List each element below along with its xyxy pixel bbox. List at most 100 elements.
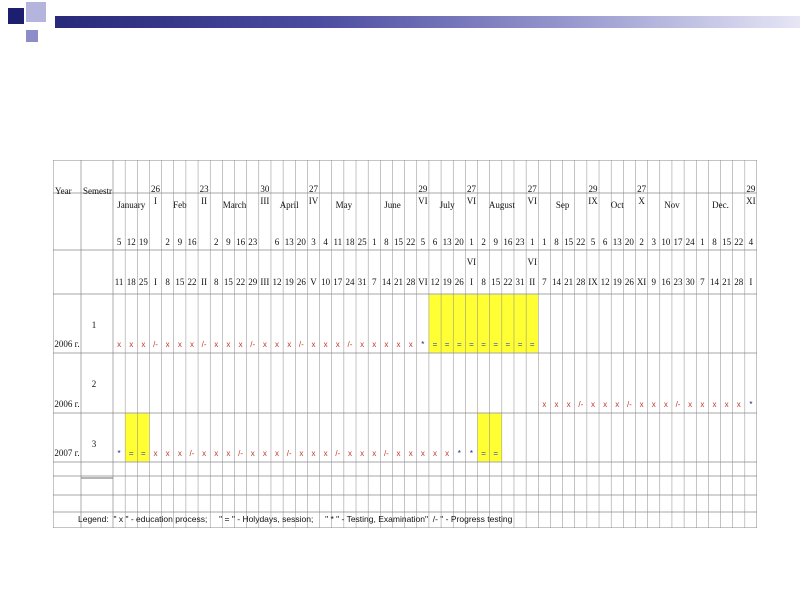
mark-exam: * bbox=[117, 449, 121, 458]
mark-education: x bbox=[323, 449, 328, 458]
month-label: August bbox=[488, 200, 515, 210]
mark-education: x bbox=[226, 340, 231, 349]
week-end-day: II bbox=[529, 277, 536, 287]
mark-holiday: = bbox=[505, 340, 511, 349]
mark-holiday: = bbox=[456, 340, 462, 349]
mark-education: x bbox=[275, 340, 280, 349]
week-start-day: 1 bbox=[529, 237, 535, 247]
month-label: Dec. bbox=[712, 200, 729, 210]
week-start-day: 9 bbox=[226, 237, 231, 247]
mark-education: x bbox=[226, 449, 231, 458]
mark-progress-test: /- bbox=[201, 340, 207, 349]
week-start-day: 16 bbox=[187, 237, 197, 247]
week-end-day: I bbox=[749, 277, 753, 287]
week-end-day: 28 bbox=[576, 277, 586, 287]
boundary-roman: VI bbox=[527, 196, 537, 206]
mark-education: x bbox=[420, 449, 425, 458]
week-end-day: 17 bbox=[333, 277, 343, 287]
month-label: Feb bbox=[173, 200, 187, 210]
week-start-day: 22 bbox=[406, 237, 416, 247]
month-label: March bbox=[222, 200, 247, 210]
mark-education: x bbox=[189, 340, 194, 349]
week-start-day: 6 bbox=[274, 237, 280, 247]
boundary-roman: III bbox=[260, 196, 270, 206]
week-mid-label: VI bbox=[466, 257, 477, 267]
mark-holiday: = bbox=[444, 340, 450, 349]
mark-progress-test: /- bbox=[578, 400, 584, 409]
week-start-day: 1 bbox=[700, 237, 705, 247]
week-start-day: 13 bbox=[284, 237, 294, 247]
week-end-day: 21 bbox=[564, 277, 574, 287]
week-start-day: 20 bbox=[454, 237, 464, 247]
mark-education: x bbox=[141, 340, 146, 349]
mark-education: x bbox=[153, 449, 158, 458]
semester-number: 1 bbox=[91, 320, 97, 330]
week-end-day: 14 bbox=[381, 277, 391, 287]
header-year: Year bbox=[55, 186, 72, 196]
mark-education: x bbox=[590, 400, 595, 409]
month-label: April bbox=[279, 200, 299, 210]
mark-education: x bbox=[408, 449, 413, 458]
mark-education: x bbox=[566, 400, 571, 409]
week-start-day: 18 bbox=[345, 237, 355, 247]
boundary-roman: X bbox=[638, 196, 645, 206]
legend: Legend: " x " - education process; " = "… bbox=[78, 514, 513, 524]
mark-progress-test: /- bbox=[286, 449, 292, 458]
week-start-day: 1 bbox=[542, 237, 547, 247]
boundary-day: 29 bbox=[588, 184, 598, 194]
mark-education: x bbox=[287, 340, 292, 349]
table-grid bbox=[53, 160, 757, 528]
mark-education: x bbox=[554, 400, 559, 409]
mark-education: x bbox=[177, 449, 182, 458]
week-start-day: 1 bbox=[371, 237, 377, 247]
week-end-day: 10 bbox=[321, 277, 331, 287]
row-year: 2006 г. bbox=[54, 339, 80, 349]
week-start-day: 1 bbox=[469, 237, 474, 247]
boundary-roman: I bbox=[154, 196, 158, 206]
boundary-day: 26 bbox=[151, 184, 161, 194]
mark-education: x bbox=[250, 449, 255, 458]
mark-education: x bbox=[238, 340, 243, 349]
deco-square-dark bbox=[8, 8, 24, 24]
mark-holiday: = bbox=[529, 340, 535, 349]
mark-education: x bbox=[214, 340, 219, 349]
week-start-day: 16 bbox=[503, 237, 513, 247]
week-end-day: 26 bbox=[296, 277, 306, 287]
week-end-day: 21 bbox=[394, 277, 404, 287]
mark-progress-test: /- bbox=[189, 449, 195, 458]
mark-education: x bbox=[736, 400, 741, 409]
mark-education: x bbox=[129, 340, 134, 349]
week-start-day: 6 bbox=[432, 237, 438, 247]
mark-exam: * bbox=[421, 340, 425, 349]
mark-holiday: = bbox=[141, 449, 146, 458]
mark-education: x bbox=[372, 340, 377, 349]
semester-number: 3 bbox=[91, 439, 97, 449]
mark-education: x bbox=[202, 449, 207, 458]
boundary-roman: VI bbox=[466, 196, 477, 206]
mark-education: x bbox=[323, 340, 328, 349]
week-start-day: 5 bbox=[116, 237, 122, 247]
week-start-day: 22 bbox=[576, 237, 586, 247]
week-start-day: 23 bbox=[248, 237, 258, 247]
boundary-roman: IX bbox=[588, 196, 598, 206]
boundary-day: 27 bbox=[308, 184, 318, 194]
mark-education: x bbox=[372, 449, 377, 458]
week-start-day: 19 bbox=[138, 237, 148, 247]
header-semestr: Semestr bbox=[83, 186, 112, 196]
week-end-day: IX bbox=[588, 277, 598, 287]
mark-education: x bbox=[408, 340, 413, 349]
week-end-day: III bbox=[260, 277, 270, 287]
mark-progress-test: /- bbox=[347, 340, 353, 349]
week-start-day: 3 bbox=[651, 237, 656, 247]
mark-education: x bbox=[117, 340, 122, 349]
week-end-day: II bbox=[201, 277, 208, 287]
week-end-day: XI bbox=[636, 277, 647, 287]
mark-education: x bbox=[663, 400, 668, 409]
week-end-day: 31 bbox=[357, 277, 367, 287]
week-start-day: 16 bbox=[236, 237, 246, 247]
mark-education: x bbox=[615, 400, 620, 409]
mark-education: x bbox=[299, 449, 304, 458]
month-label: July bbox=[439, 200, 455, 210]
mark-education: x bbox=[262, 340, 267, 349]
deco-square-mid bbox=[26, 30, 38, 42]
